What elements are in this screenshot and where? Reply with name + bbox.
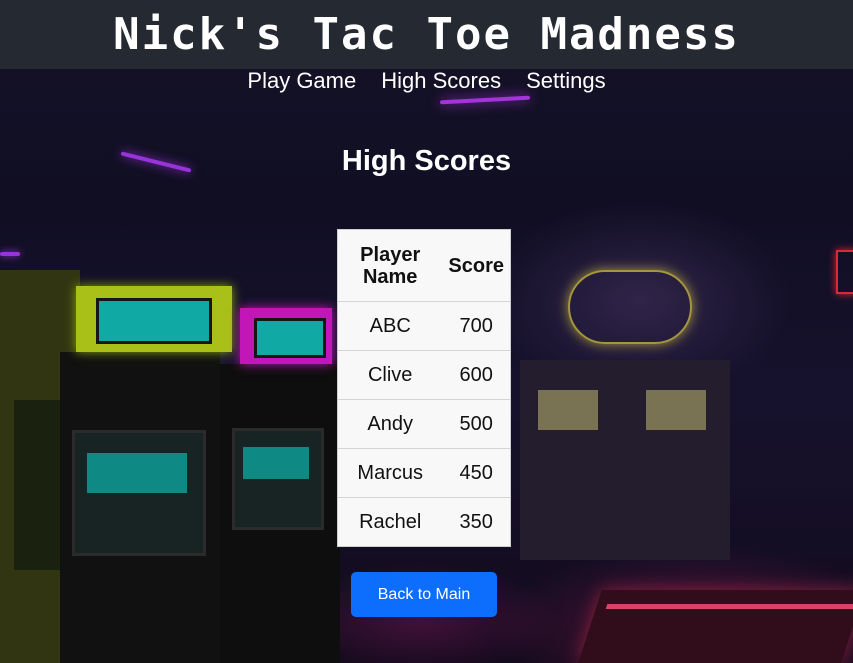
nav-settings[interactable]: Settings [526,68,606,96]
table-header-row: Player Name Score [337,229,511,302]
back-to-main-button[interactable]: Back to Main [351,572,497,617]
table-row: Andy 500 [337,399,511,449]
table-row: Clive 600 [337,350,511,400]
player-name-cell: ABC [337,301,443,351]
player-name-cell: Marcus [337,448,443,498]
table-row: Marcus 450 [337,448,511,498]
column-header-score: Score [442,229,511,302]
table-row: Rachel 350 [338,498,511,547]
main-nav: Play Game High Scores Settings [0,68,853,96]
player-name-cell: Clive [337,350,443,400]
score-cell: 500 [442,399,511,449]
site-title: Nick's Tac Toe Madness [113,9,740,60]
player-name-cell: Rachel [359,510,422,533]
page-title: High Scores [341,145,512,177]
nav-play-game[interactable]: Play Game [247,68,356,96]
nav-high-scores[interactable]: High Scores [381,68,501,96]
site-header: Nick's Tac Toe Madness [0,0,853,69]
score-cell: 700 [442,301,511,351]
score-cell: 600 [442,350,511,400]
high-scores-table: Player Name Score ABC 700 Clive 600 Andy… [337,229,511,547]
column-header-player-name: Player Name [337,229,443,302]
score-cell: 450 [442,448,511,498]
score-cell: 350 [459,510,493,533]
player-name-cell: Andy [337,399,443,449]
table-row: ABC 700 [337,301,511,351]
